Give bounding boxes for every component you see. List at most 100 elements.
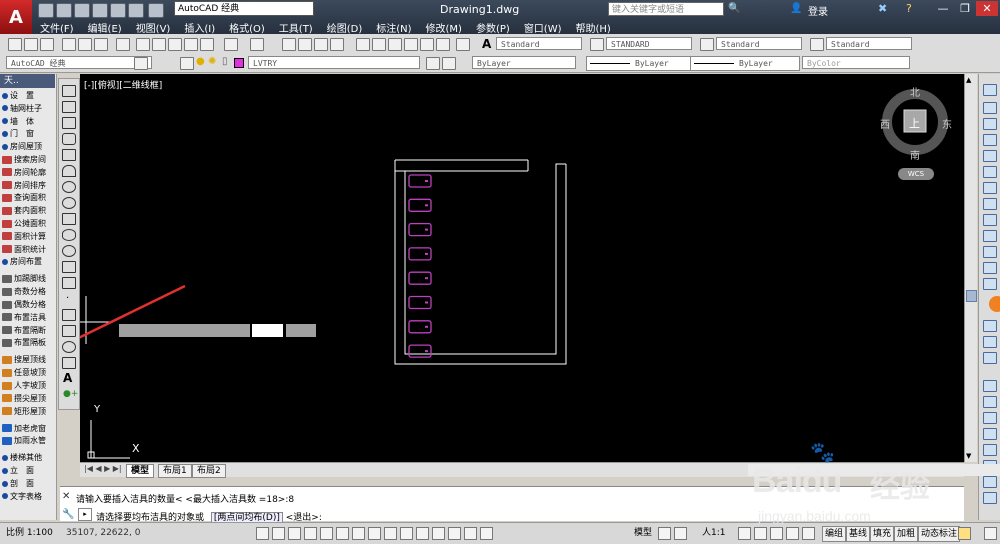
polar-tracking-icon[interactable]	[320, 527, 333, 540]
palette-item[interactable]: 面积计算	[2, 231, 55, 243]
dim-style-select[interactable]: STANDARD	[606, 37, 692, 50]
line-icon[interactable]	[62, 85, 76, 97]
save-icon[interactable]	[40, 38, 54, 51]
table-style-select[interactable]: Standard	[716, 37, 802, 50]
open-icon[interactable]	[56, 3, 72, 18]
grid-display-icon[interactable]	[288, 527, 301, 540]
palette-item[interactable]: 搜索房间	[2, 154, 55, 166]
multileader-style-select[interactable]: Standard	[826, 37, 912, 50]
isolate-objects-icon[interactable]	[958, 527, 971, 540]
publish-icon[interactable]	[94, 38, 108, 51]
otrack-icon[interactable]	[368, 527, 381, 540]
settings-icon[interactable]	[134, 57, 148, 70]
ellipse-icon[interactable]	[62, 229, 76, 241]
3d-print-icon[interactable]	[116, 38, 130, 51]
lineweight-select[interactable]: ByLayer	[690, 56, 800, 71]
app-menu-button[interactable]: A	[0, 0, 32, 34]
tab-model[interactable]: 模型	[126, 464, 155, 478]
menu-view[interactable]: 视图(V)	[130, 18, 179, 35]
snap-midpoint-icon[interactable]	[983, 396, 997, 408]
scale-icon[interactable]	[983, 198, 997, 210]
compass-east[interactable]: 东	[942, 116, 952, 131]
new-icon[interactable]	[38, 3, 54, 18]
paste-icon[interactable]	[168, 38, 182, 51]
palette-header[interactable]: 天..	[0, 74, 55, 88]
break-icon[interactable]	[983, 278, 997, 290]
scroll-up-arrow[interactable]: ▲	[966, 76, 975, 84]
point-icon[interactable]: ·	[66, 293, 69, 304]
palette-item[interactable]: 加踢脚线	[2, 273, 55, 285]
command-recent-icon[interactable]: ▸	[78, 508, 92, 521]
lineweight-toggle-icon[interactable]	[416, 527, 429, 540]
vertical-scrollbar[interactable]: ▲ ▼	[964, 74, 977, 462]
snap-quadrant-icon[interactable]	[983, 444, 997, 456]
snap-nearest-icon[interactable]	[983, 492, 997, 504]
chamfer-icon[interactable]	[983, 320, 997, 332]
palette-item[interactable]: 设 置	[2, 90, 55, 102]
palette-item[interactable]: 文字表格	[2, 491, 55, 503]
annotation-monitor-icon[interactable]	[480, 527, 493, 540]
circle-icon[interactable]	[62, 181, 76, 193]
palette-item[interactable]: 布置隔板	[2, 337, 55, 349]
floating-badge[interactable]	[989, 296, 1000, 312]
trim-icon[interactable]	[983, 230, 997, 242]
menu-edit[interactable]: 编辑(E)	[82, 18, 130, 35]
menu-modify[interactable]: 修改(M)	[420, 18, 470, 35]
palette-item[interactable]: 房间屋顶	[2, 141, 55, 153]
table-icon[interactable]	[62, 357, 76, 369]
snap-mode-icon[interactable]	[272, 527, 285, 540]
ortho-mode-icon[interactable]	[304, 527, 317, 540]
help-icon[interactable]: ?	[906, 2, 912, 15]
rectangle-icon[interactable]	[62, 149, 76, 161]
color-select[interactable]: ByLayer	[472, 56, 576, 69]
palette-item[interactable]: 门 窗	[2, 128, 55, 140]
palette-item[interactable]: 剖 面	[2, 478, 55, 490]
selection-cycling-icon[interactable]	[464, 527, 477, 540]
tool-palettes-icon[interactable]	[388, 38, 402, 51]
arc-icon[interactable]	[62, 165, 76, 177]
palette-item[interactable]: 搜屋顶线	[2, 354, 55, 366]
3d-object-snap-icon[interactable]	[352, 527, 365, 540]
palette-item[interactable]: 房间布置	[2, 256, 55, 268]
stretch-icon[interactable]	[983, 214, 997, 226]
quick-properties-icon[interactable]	[448, 527, 461, 540]
layer-select[interactable]: LVTRY	[248, 56, 420, 69]
layer-previous-icon[interactable]	[442, 57, 456, 70]
tab-layout1[interactable]: 布局1	[158, 464, 192, 478]
plotstyle-select[interactable]: ByColor	[802, 56, 910, 69]
insert-block-icon[interactable]	[62, 261, 76, 273]
snap-center-icon[interactable]	[983, 428, 997, 440]
erase-icon[interactable]	[983, 84, 997, 96]
help-icon[interactable]	[456, 38, 470, 51]
mirror-icon[interactable]	[983, 118, 997, 130]
infer-constraints-icon[interactable]	[256, 527, 269, 540]
pan-icon[interactable]	[282, 38, 296, 51]
break-at-point-icon[interactable]	[983, 262, 997, 274]
clean-screen-icon[interactable]	[984, 527, 997, 540]
object-snap-icon[interactable]	[336, 527, 349, 540]
spline-icon[interactable]	[62, 213, 76, 225]
copy-object-icon[interactable]	[983, 102, 997, 114]
redo-icon[interactable]	[148, 3, 164, 18]
compass-south[interactable]: 南	[910, 147, 920, 162]
exchange-icon[interactable]: ✖	[878, 2, 887, 15]
palette-item[interactable]: 轴网柱子	[2, 103, 55, 115]
quick-view-layouts-icon[interactable]	[658, 527, 671, 540]
search-input[interactable]: 键入关键字或短语	[608, 2, 724, 16]
workspace-combo[interactable]: AutoCAD 经典	[6, 56, 152, 69]
palette-item[interactable]: 面积统计	[2, 244, 55, 256]
viewport-controls[interactable]: [-][俯视][二维线框]	[84, 78, 162, 91]
move-icon[interactable]	[983, 166, 997, 178]
quickcalc-icon[interactable]	[436, 38, 450, 51]
palette-item[interactable]: 房间轮廓	[2, 167, 55, 179]
copy-icon[interactable]	[152, 38, 166, 51]
xline-icon[interactable]	[62, 101, 76, 113]
linetype-select[interactable]: ByLayer	[586, 56, 696, 71]
add-selected-icon[interactable]: ●+	[63, 389, 78, 399]
menu-parametric[interactable]: 参数(P)	[470, 18, 518, 35]
rotate-icon[interactable]	[983, 182, 997, 194]
snap-endpoint-icon[interactable]	[983, 380, 997, 392]
login-link[interactable]: 登录	[808, 3, 828, 18]
match-properties-icon[interactable]	[184, 38, 198, 51]
undo-icon[interactable]	[128, 3, 144, 18]
